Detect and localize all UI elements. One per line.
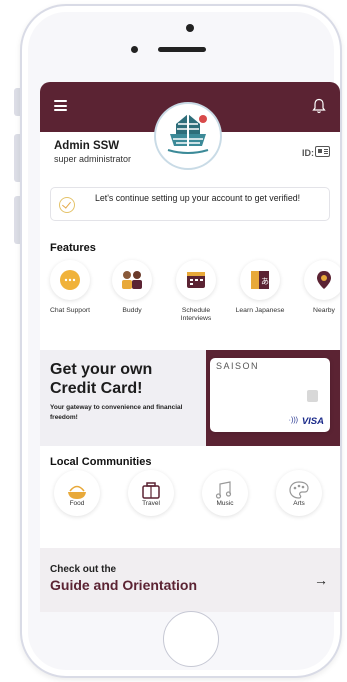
camera [186, 24, 194, 32]
food-bowl-icon: Food [54, 470, 100, 516]
saison-card-image: SAISON ·))) VISA [210, 358, 330, 432]
credit-card-banner[interactable]: Get your own Credit Card! Your gateway t… [40, 350, 340, 446]
menu-icon[interactable] [54, 100, 67, 111]
ship-logo [156, 104, 220, 168]
community-arts[interactable]: Arts [268, 470, 330, 516]
card-chip-icon [307, 390, 318, 402]
book-icon: あ [240, 260, 280, 300]
buddy-people-icon [112, 260, 152, 300]
map-pin-icon [304, 260, 340, 300]
community-food[interactable]: Food [46, 470, 108, 516]
credit-title-line1: Get your own [50, 361, 153, 378]
community-music[interactable]: Music [194, 470, 256, 516]
feature-schedule-interviews[interactable]: Schedule Interviews [168, 260, 224, 323]
feature-label: Schedule Interviews [180, 307, 212, 322]
verification-banner[interactable]: Let's continue setting up your account t… [50, 187, 330, 221]
chat-bubble-icon [50, 260, 90, 300]
feature-nearby[interactable]: Nearby [296, 260, 340, 315]
community-travel[interactable]: Travel [120, 470, 182, 516]
guide-orientation-banner[interactable]: Check out the Guide and Orientation → [40, 548, 340, 612]
feature-label: Buddy [122, 307, 142, 314]
suitcase-icon: Travel [128, 470, 174, 516]
user-name: Admin SSW [54, 140, 120, 152]
guide-title: Guide and Orientation [50, 577, 198, 593]
guide-small-text: Check out the [50, 564, 117, 575]
sensor [131, 46, 138, 53]
arrow-right-icon[interactable]: → [314, 572, 328, 588]
feature-learn-japanese[interactable]: あ Learn Japanese [232, 260, 288, 315]
credit-title-line2: Credit Card! [50, 380, 143, 397]
check-circle-icon [59, 197, 75, 213]
feature-buddy[interactable]: Buddy [104, 260, 160, 315]
community-label: Food [69, 500, 85, 507]
feature-label: Chat Support [49, 307, 91, 314]
id-card-icon[interactable] [315, 146, 330, 157]
community-label: Arts [293, 500, 305, 507]
id-label[interactable]: ID: [302, 148, 314, 158]
credit-title: Get your own Credit Card! [50, 360, 152, 398]
app-screen: Admin SSW super administrator ID: Let's … [40, 82, 340, 612]
ship-logo-icon [167, 112, 209, 154]
feature-label: Learn Japanese [235, 307, 285, 314]
contactless-icon: ·))) [288, 417, 298, 424]
bell-icon[interactable] [312, 98, 326, 114]
user-role: super administrator [54, 154, 132, 164]
earpiece-speaker [158, 47, 206, 52]
palette-icon: Arts [276, 470, 322, 516]
music-note-icon: Music [202, 470, 248, 516]
calendar-icon [176, 260, 216, 300]
community-label: Music [216, 500, 234, 507]
credit-subtitle: Your gateway to convenience and financia… [50, 404, 183, 421]
features-title: Features [50, 242, 96, 254]
communities-title: Local Communities [50, 456, 152, 468]
feature-chat-support[interactable]: Chat Support [42, 260, 98, 315]
feature-label: Nearby [313, 307, 335, 314]
card-brand: SAISON [216, 361, 260, 371]
svg-text:あ: あ [261, 277, 269, 286]
verification-message: Let's continue setting up your account t… [95, 193, 301, 203]
card-network: VISA [301, 416, 324, 427]
community-label: Travel [142, 500, 160, 507]
home-button[interactable] [163, 611, 219, 667]
